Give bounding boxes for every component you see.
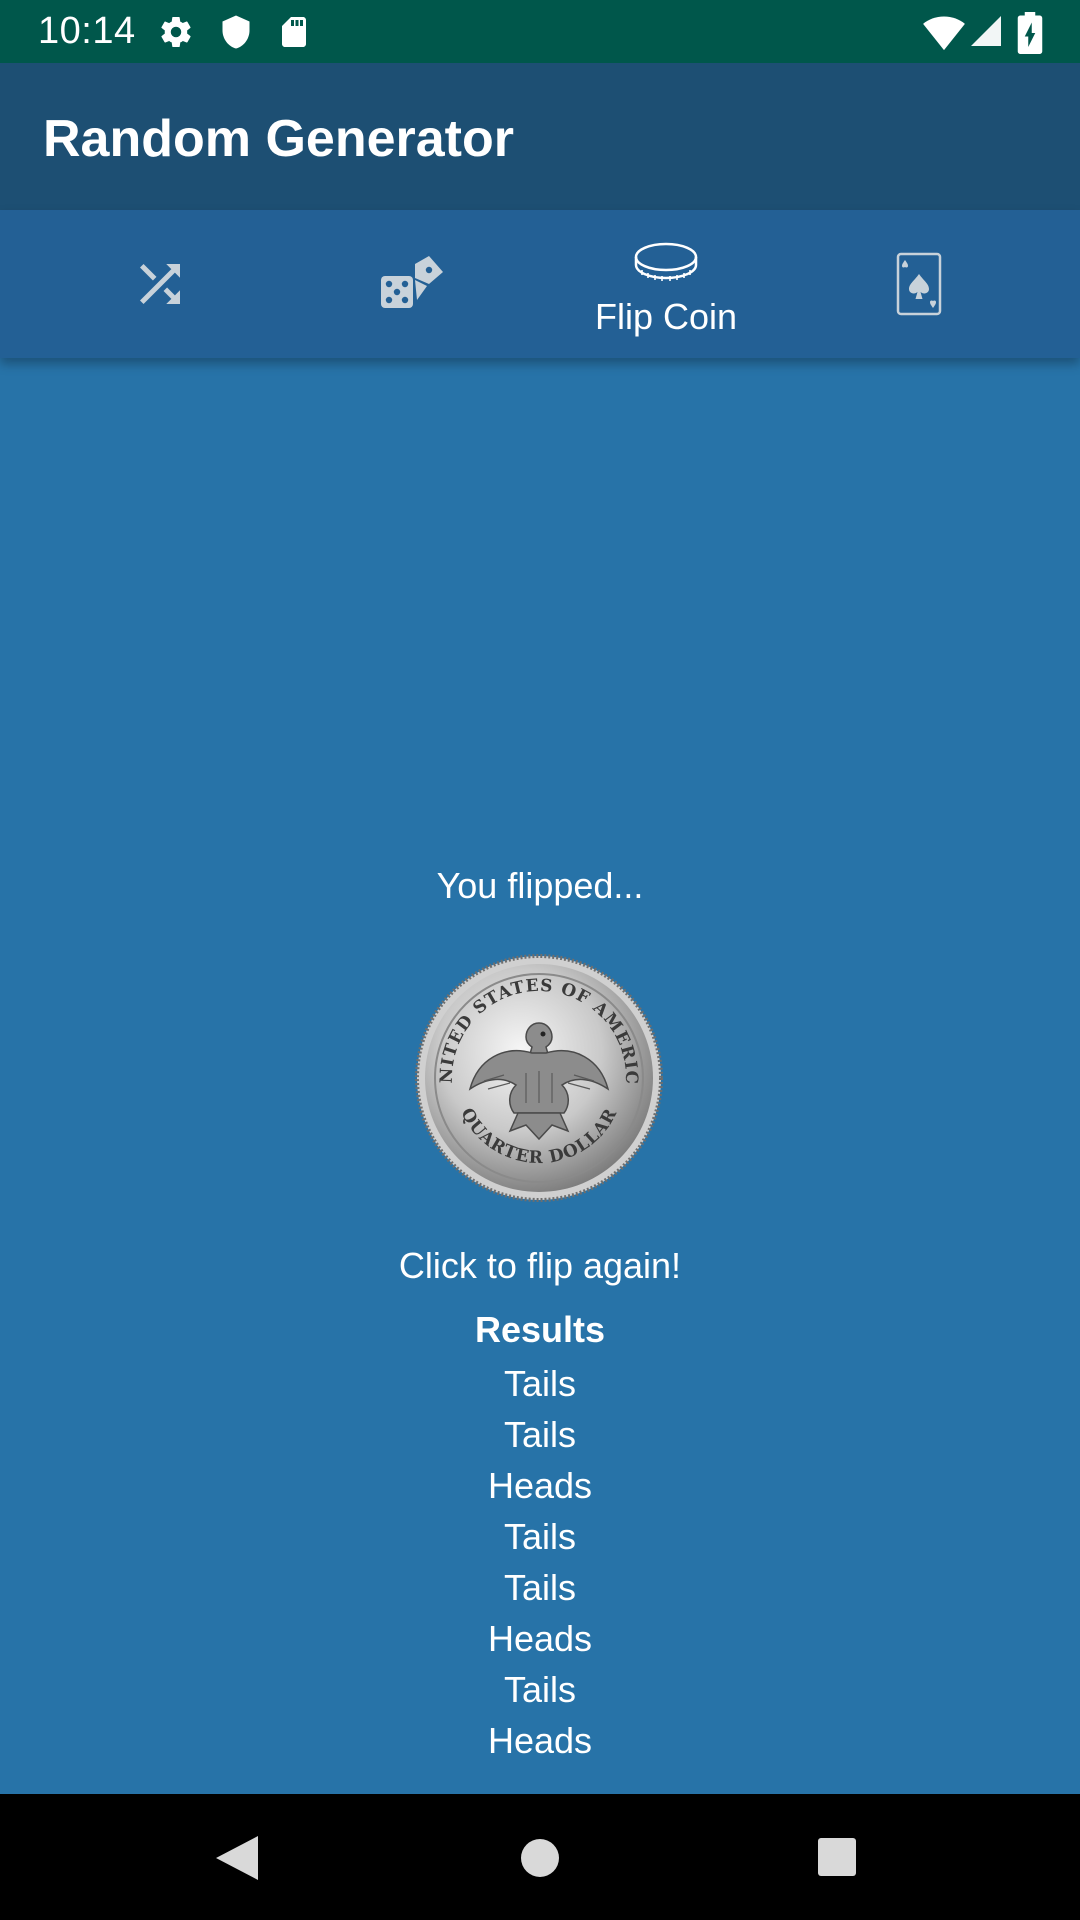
sd-card-icon [282,17,306,47]
signal-icon [971,16,1001,46]
result-item: Tails [503,1669,577,1710]
results-title: Results [474,1309,606,1350]
coin-flip-panel: You flipped... UNITED STATES OF AMERICA … [0,358,1080,1794]
tab-flip-coin[interactable]: Flip Coin [540,210,792,358]
quarter-coin-image[interactable]: UNITED STATES OF AMERICA QUARTER DOLLAR [414,953,664,1203]
tab-cards[interactable] [793,210,1045,358]
tab-label-flip-coin: Flip Coin [594,296,738,337]
app-title: Random Generator [43,110,514,168]
status-time: 10:14 [38,10,136,52]
playing-card-icon [896,252,942,316]
flip-again-button[interactable]: Click to flip again! [0,1243,1080,1289]
result-item: Tails [503,1414,577,1455]
shield-icon [222,15,250,49]
results-list: Tails Tails Heads Tails Tails Heads Tail… [0,1358,1080,1766]
shuffle-icon [140,264,180,304]
tab-dice[interactable] [287,210,539,358]
navigation-bar [0,1794,1080,1920]
coin-icon [634,242,698,281]
wifi-icon [923,16,965,51]
recents-icon[interactable] [816,1836,858,1878]
result-item: Tails [503,1567,577,1608]
gear-icon [161,17,191,48]
result-item: Heads [487,1465,593,1506]
result-item: Heads [487,1720,593,1761]
home-icon[interactable] [518,1836,562,1880]
tab-bar: Flip Coin [0,210,1080,358]
result-item: Tails [503,1516,577,1557]
flip-prompt: You flipped... [436,865,644,906]
tab-shuffle[interactable] [34,210,286,358]
result-item: Heads [487,1618,593,1659]
app-bar: Random Generator [0,63,1080,210]
status-bar: 10:14 [0,0,1080,63]
back-icon[interactable] [214,1834,260,1882]
battery-charging-icon [1017,12,1043,54]
result-item: Tails [503,1363,577,1404]
dice-icon [381,256,443,308]
